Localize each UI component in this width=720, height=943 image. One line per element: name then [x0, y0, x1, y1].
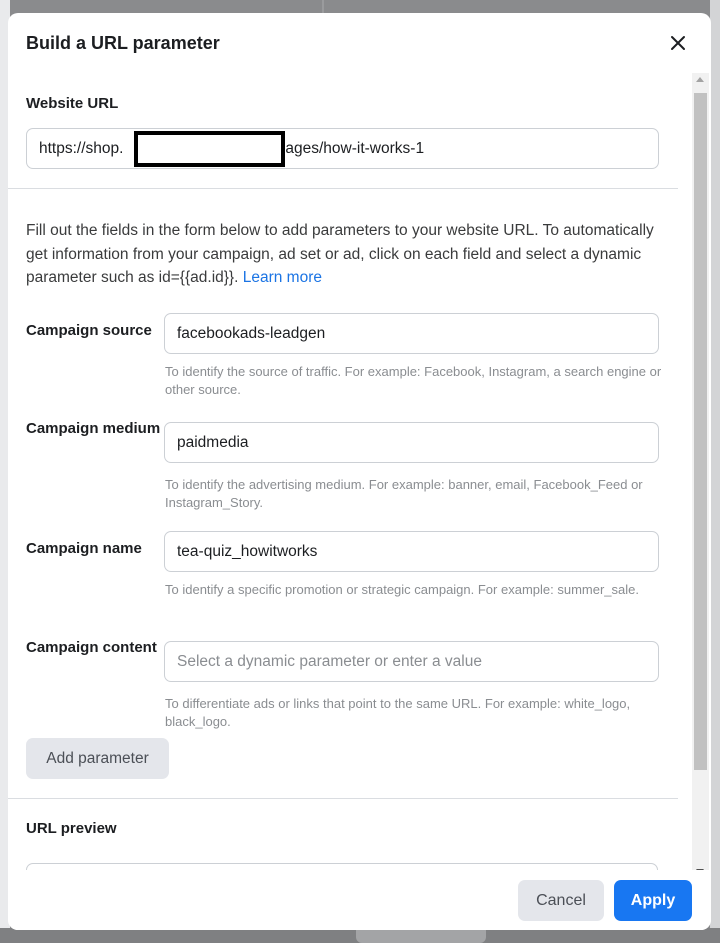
campaign-source-input[interactable]: facebookads-leadgen	[164, 313, 659, 354]
dialog-body: Website URL https://shop. /pages/how-it-w…	[8, 73, 692, 883]
campaign-medium-label: Campaign medium	[26, 420, 161, 437]
description-text: Fill out the fields in the form below to…	[26, 222, 654, 286]
campaign-content-label: Campaign content	[26, 639, 157, 656]
close-button[interactable]	[667, 32, 689, 54]
form-description: Fill out the fields in the form below to…	[26, 219, 661, 290]
campaign-name-input[interactable]: tea-quiz_howitworks	[164, 531, 659, 572]
cancel-button[interactable]: Cancel	[518, 880, 604, 921]
url-preview-label: URL preview	[26, 820, 117, 837]
learn-more-link[interactable]: Learn more	[243, 269, 322, 286]
dialog-scrollbar[interactable]	[692, 73, 709, 883]
website-url-field[interactable]: https://shop. /pages/how-it-works-1	[26, 128, 659, 169]
url-parameter-dialog: Build a URL parameter Website URL https:…	[8, 13, 711, 930]
divider	[8, 798, 678, 799]
campaign-content-input[interactable]: Select a dynamic parameter or enter a va…	[164, 641, 659, 682]
dialog-title: Build a URL parameter	[26, 33, 220, 53]
campaign-name-label: Campaign name	[26, 540, 142, 557]
campaign-medium-input[interactable]: paidmedia	[164, 422, 659, 463]
campaign-name-help: To identify a specific promotion or stra…	[165, 582, 639, 597]
close-icon	[671, 36, 685, 50]
website-url-prefix: https://shop.	[39, 140, 124, 157]
campaign-content-help: To differentiate ads or links that point…	[165, 696, 631, 729]
campaign-medium-help: To identify the advertising medium. For …	[165, 477, 643, 510]
website-url-suffix: /pages/how-it-works-1	[272, 140, 425, 157]
dialog-footer: Cancel Apply	[8, 870, 711, 930]
scroll-thumb[interactable]	[694, 93, 707, 770]
divider	[8, 188, 678, 189]
campaign-source-label: Campaign source	[26, 322, 152, 339]
campaign-source-help: To identify the source of traffic. For e…	[165, 364, 662, 397]
apply-button[interactable]: Apply	[614, 880, 692, 921]
website-url-label: Website URL	[26, 95, 119, 112]
scroll-up-icon[interactable]	[696, 77, 704, 82]
background-page-right	[710, 0, 720, 943]
add-parameter-button[interactable]: Add parameter	[26, 738, 169, 779]
redaction-box	[134, 131, 285, 167]
